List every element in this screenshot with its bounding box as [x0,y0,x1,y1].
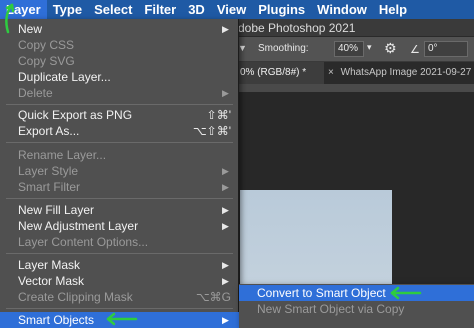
menu-view[interactable]: View [211,0,252,19]
smoothing-dropdown-icon[interactable]: ▾ [367,42,372,53]
chevron-down-icon[interactable]: ▼ [238,43,247,53]
menu-item-new-fill-layer[interactable]: New Fill Layer ▶ [0,202,239,218]
menu-item-label: Rename Layer... [18,148,107,162]
menu-item-label: Layer Style [18,164,79,178]
menu-separator [6,142,233,143]
submenu-item-label: New Smart Object via Copy [257,302,405,316]
menu-item-export-as[interactable]: Export As... ⌥⇧⌘' [0,123,239,139]
menu-3d[interactable]: 3D [182,0,211,19]
menu-item-label: New Adjustment Layer [18,219,139,233]
horizontal-ruler [236,84,474,92]
menu-type[interactable]: Type [47,0,88,19]
angle-icon: ∠ [410,44,420,56]
submenu-arrow-icon: ▶ [222,276,229,286]
menu-item-copy-css: Copy CSS [0,37,239,53]
menu-item-label: Copy SVG [18,54,75,68]
submenu-item-convert-to-smart-object[interactable]: Convert to Smart Object [239,285,474,301]
angle-input[interactable]: 0° [424,41,468,57]
submenu-item-label: Convert to Smart Object [257,286,386,300]
menu-item-shortcut: ⌥⌘G [195,290,231,304]
submenu-arrow-icon: ▶ [222,315,229,325]
submenu-arrow-icon: ▶ [222,205,229,215]
smoothing-input[interactable]: 40% [334,41,364,57]
menu-item-label: Create Clipping Mask [18,290,133,304]
menu-item-layer-mask[interactable]: Layer Mask ▶ [0,257,239,273]
annotation-arrow-icon [390,286,422,300]
menu-help[interactable]: Help [373,0,413,19]
menu-bar: Layer Type Select Filter 3D View Plugins… [0,0,474,19]
tab-label: 0% (RGB/8#) * [240,67,307,78]
menu-separator [6,198,233,199]
smart-objects-submenu: Convert to Smart Object New Smart Object… [239,284,474,328]
menu-item-layer-style: Layer Style ▶ [0,163,239,179]
tab-active-document[interactable]: 0% (RGB/8#) * [236,62,324,84]
menu-item-label: Vector Mask [18,274,85,288]
menu-item-label: Quick Export as PNG [18,108,133,122]
tab-whatsapp-image[interactable]: × WhatsApp Image 2021-09-27 [324,62,474,84]
menu-item-label: Delete [18,86,53,100]
menu-item-label: New Fill Layer [18,203,95,217]
submenu-arrow-icon: ▶ [222,182,229,192]
submenu-arrow-icon: ▶ [222,221,229,231]
submenu-arrow-icon: ▶ [222,88,229,98]
menu-item-new[interactable]: New ▶ [0,21,239,37]
menu-item-label: Duplicate Layer... [18,70,111,84]
menu-item-label: Layer Mask [18,258,81,272]
menu-item-new-adjustment-layer[interactable]: New Adjustment Layer ▶ [0,218,239,234]
menu-item-delete: Delete ▶ [0,85,239,101]
submenu-arrow-icon: ▶ [222,24,229,34]
menu-item-shortcut: ⇧⌘' [206,108,231,122]
submenu-arrow-icon: ▶ [222,166,229,176]
menu-separator [6,253,233,254]
menu-window[interactable]: Window [311,0,373,19]
menu-item-rename-layer: Rename Layer... [0,147,239,163]
menu-item-duplicate-layer[interactable]: Duplicate Layer... [0,69,239,85]
menu-separator [6,104,233,105]
menu-item-create-clipping-mask: Create Clipping Mask ⌥⌘G [0,289,239,305]
menu-plugins[interactable]: Plugins [252,0,311,19]
menu-select[interactable]: Select [88,0,138,19]
window-title: dobe Photoshop 2021 [238,21,356,35]
smoothing-label: Smoothing: [258,43,309,54]
menu-item-label: Layer Content Options... [18,235,149,249]
menu-separator [6,308,233,309]
annotation-arrow-icon [106,312,138,326]
menu-item-label: Smart Objects [18,313,95,327]
close-icon[interactable]: × [328,67,334,78]
menu-item-quick-export-png[interactable]: Quick Export as PNG ⇧⌘' [0,107,239,123]
menu-item-label: Copy CSS [18,38,75,52]
menu-filter[interactable]: Filter [138,0,182,19]
gear-icon[interactable]: ⚙ [384,40,397,57]
layer-menu: New ▶ Copy CSS Copy SVG Duplicate Layer.… [0,19,239,328]
menu-item-copy-svg: Copy SVG [0,53,239,69]
menu-item-label: Export As... [18,124,80,138]
menu-item-shortcut: ⌥⇧⌘' [192,124,231,138]
menu-item-smart-filter: Smart Filter ▶ [0,179,239,195]
tab-label: WhatsApp Image 2021-09-27 [340,67,472,78]
submenu-item-new-smart-object-via-copy: New Smart Object via Copy [239,301,474,317]
menu-item-layer-content-options: Layer Content Options... [0,234,239,250]
submenu-arrow-icon: ▶ [222,260,229,270]
menu-item-label: Smart Filter [18,180,81,194]
annotation-arrow-icon [5,3,15,34]
menu-item-vector-mask[interactable]: Vector Mask ▶ [0,273,239,289]
